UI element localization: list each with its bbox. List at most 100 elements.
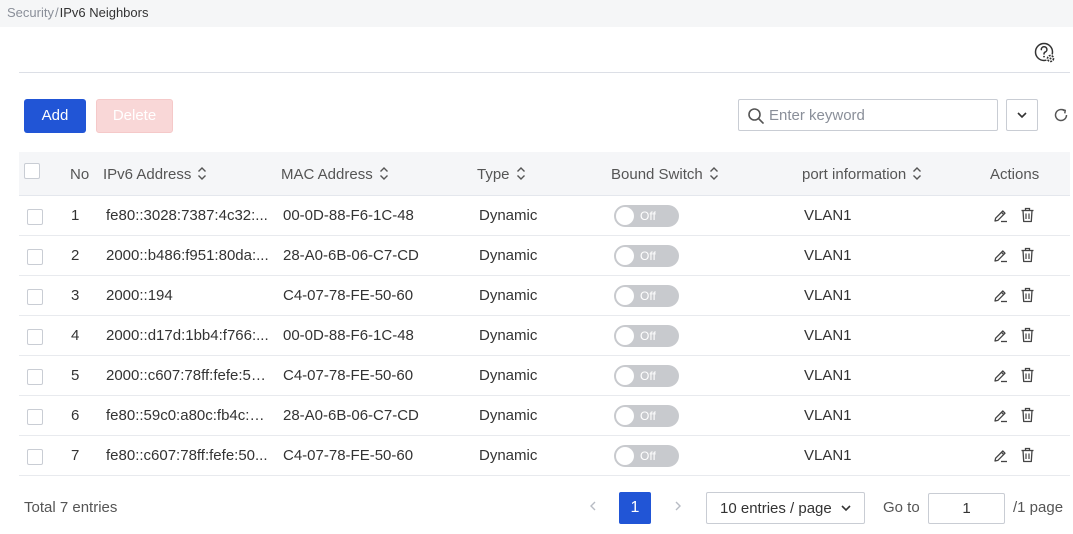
cell-port-information: VLAN1 xyxy=(804,407,852,424)
row-checkbox[interactable] xyxy=(27,209,43,225)
row-checkbox[interactable] xyxy=(27,289,43,305)
refresh-icon[interactable] xyxy=(1053,107,1069,123)
column-header-mac[interactable]: MAC Address xyxy=(281,166,389,183)
goto-label: Go to xyxy=(883,499,920,516)
trash-icon[interactable] xyxy=(1020,287,1035,303)
page-size-label: 10 entries / page xyxy=(720,500,832,517)
cell-mac-address: 28-A0-6B-06-C7-CD xyxy=(283,247,419,264)
trash-icon[interactable] xyxy=(1020,247,1035,263)
page-count-suffix: /1 page xyxy=(1013,499,1064,516)
bound-switch-toggle[interactable]: Off xyxy=(614,405,679,427)
toggle-label: Off xyxy=(640,449,656,463)
cell-no: 3 xyxy=(71,287,80,304)
row-checkbox[interactable] xyxy=(27,329,43,345)
cell-mac-address: C4-07-78-FE-50-60 xyxy=(283,367,414,384)
breadcrumb-parent[interactable]: Security xyxy=(7,5,54,20)
table-header: No IPv6 Address MAC Address Type Bound S… xyxy=(19,152,1070,196)
bound-switch-toggle[interactable]: Off xyxy=(614,445,679,467)
toggle-label: Off xyxy=(640,249,656,263)
cell-ipv6-address: 2000::c607:78ff:fefe:50... xyxy=(106,367,269,384)
cell-type: Dynamic xyxy=(479,367,538,384)
cell-mac-address: 00-0D-88-F6-1C-48 xyxy=(283,207,414,224)
cell-type: Dynamic xyxy=(479,447,538,464)
sort-icon[interactable] xyxy=(709,166,719,181)
cell-ipv6-address: fe80::59c0:a80c:fb4c:c... xyxy=(106,407,269,424)
column-header-port-information[interactable]: port information xyxy=(802,166,922,183)
table-row: 7 fe80::c607:78ff:fefe:50... C4-07-78-FE… xyxy=(19,436,1070,476)
row-checkbox[interactable] xyxy=(27,249,43,265)
search-input[interactable] xyxy=(769,103,991,127)
row-checkbox[interactable] xyxy=(27,369,43,385)
toggle-label: Off xyxy=(640,369,656,383)
page-size-select[interactable]: 10 entries / page xyxy=(706,492,865,524)
cell-type: Dynamic xyxy=(479,327,538,344)
column-header-bound-switch[interactable]: Bound Switch xyxy=(611,166,719,183)
cell-ipv6-address: 2000::d17d:1bb4:f766:... xyxy=(106,327,269,344)
edit-icon[interactable] xyxy=(993,408,1008,423)
trash-icon[interactable] xyxy=(1020,407,1035,423)
column-header-ipv6[interactable]: IPv6 Address xyxy=(103,166,207,183)
table-row: 4 2000::d17d:1bb4:f766:... 00-0D-88-F6-1… xyxy=(19,316,1070,356)
toggle-knob xyxy=(616,367,634,385)
table-row: 1 fe80::3028:7387:4c32:... 00-0D-88-F6-1… xyxy=(19,196,1070,236)
cell-port-information: VLAN1 xyxy=(804,367,852,384)
trash-icon[interactable] xyxy=(1020,327,1035,343)
trash-icon[interactable] xyxy=(1020,367,1035,383)
bound-switch-toggle[interactable]: Off xyxy=(614,325,679,347)
edit-icon[interactable] xyxy=(993,368,1008,383)
breadcrumb: Security/IPv6 Neighbors xyxy=(7,5,148,20)
cell-ipv6-address: 2000::b486:f951:80da:... xyxy=(106,247,269,264)
row-checkbox[interactable] xyxy=(27,449,43,465)
edit-icon[interactable] xyxy=(993,288,1008,303)
cell-no: 4 xyxy=(71,327,80,344)
cell-no: 6 xyxy=(71,407,80,424)
column-header-port-information-label: port information xyxy=(802,166,907,183)
edit-icon[interactable] xyxy=(993,208,1008,223)
chevron-down-icon xyxy=(841,505,851,512)
cell-port-information: VLAN1 xyxy=(804,327,852,344)
toggle-label: Off xyxy=(640,329,656,343)
cell-type: Dynamic xyxy=(479,407,538,424)
select-all-checkbox[interactable] xyxy=(24,163,40,179)
page-number-current[interactable]: 1 xyxy=(619,492,651,524)
bound-switch-toggle[interactable]: Off xyxy=(614,285,679,307)
top-bar: Security/IPv6 Neighbors xyxy=(0,0,1073,27)
column-header-type[interactable]: Type xyxy=(477,166,526,183)
bound-switch-toggle[interactable]: Off xyxy=(614,205,679,227)
total-entries: Total 7 entries xyxy=(24,499,118,516)
table-row: 3 2000::194 C4-07-78-FE-50-60 Dynamic Of… xyxy=(19,276,1070,316)
column-header-type-label: Type xyxy=(477,166,510,183)
edit-icon[interactable] xyxy=(993,248,1008,263)
previous-page-icon[interactable] xyxy=(585,497,601,515)
sort-icon[interactable] xyxy=(912,166,922,181)
cell-ipv6-address: 2000::194 xyxy=(106,287,173,304)
trash-icon[interactable] xyxy=(1020,207,1035,223)
help-settings-icon[interactable] xyxy=(1034,42,1056,64)
search-icon xyxy=(748,108,764,124)
toggle-knob xyxy=(616,207,634,225)
table-row: 5 2000::c607:78ff:fefe:50... C4-07-78-FE… xyxy=(19,356,1070,396)
cell-no: 5 xyxy=(71,367,80,384)
bound-switch-toggle[interactable]: Off xyxy=(614,365,679,387)
goto-page-input[interactable] xyxy=(928,493,1005,524)
edit-icon[interactable] xyxy=(993,448,1008,463)
next-page-icon[interactable] xyxy=(670,497,686,515)
cell-mac-address: C4-07-78-FE-50-60 xyxy=(283,447,414,464)
header-divider xyxy=(19,72,1070,73)
sort-icon[interactable] xyxy=(197,166,207,181)
cell-mac-address: 28-A0-6B-06-C7-CD xyxy=(283,407,419,424)
toggle-knob xyxy=(616,247,634,265)
trash-icon[interactable] xyxy=(1020,447,1035,463)
edit-icon[interactable] xyxy=(993,328,1008,343)
search-box xyxy=(738,99,998,131)
search-filter-dropdown[interactable] xyxy=(1006,99,1038,131)
column-header-bound-switch-label: Bound Switch xyxy=(611,166,703,183)
delete-button[interactable]: Delete xyxy=(96,99,173,133)
bound-switch-toggle[interactable]: Off xyxy=(614,245,679,267)
sort-icon[interactable] xyxy=(516,166,526,181)
cell-no: 1 xyxy=(71,207,80,224)
add-button[interactable]: Add xyxy=(24,99,86,133)
row-checkbox[interactable] xyxy=(27,409,43,425)
sort-icon[interactable] xyxy=(379,166,389,181)
column-header-ipv6-label: IPv6 Address xyxy=(103,166,192,183)
